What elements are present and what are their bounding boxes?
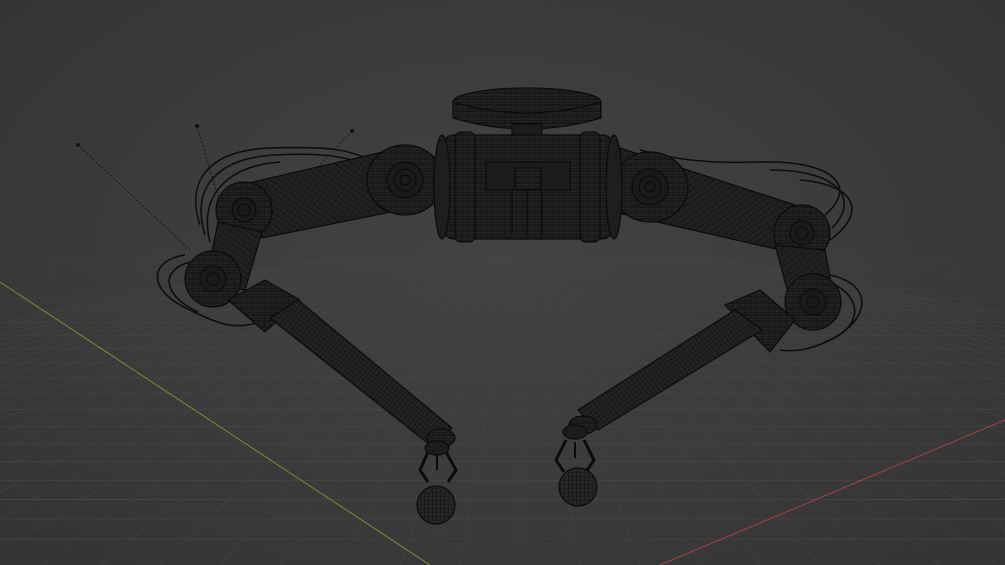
right-upper-arm[interactable]: [604, 147, 831, 262]
grid-line: [459, 254, 515, 565]
left-gripper[interactable]: [416, 440, 458, 525]
grid-line: [0, 254, 371, 341]
floor-grid: [0, 252, 1005, 565]
grid-line: [0, 254, 377, 346]
viewport-canvas[interactable]: [0, 0, 1005, 565]
light-1-icon[interactable]: [76, 143, 80, 147]
grid-line: [567, 254, 1001, 565]
grid-line: [525, 254, 581, 565]
right-gripper[interactable]: [554, 424, 598, 507]
light-1-line: [77, 144, 191, 251]
y-axis-line: [0, 281, 431, 565]
light-2-icon[interactable]: [195, 124, 199, 128]
x-axis-line: [659, 419, 1005, 565]
right-gripper-ball[interactable]: [558, 467, 598, 507]
grid-line: [543, 254, 761, 565]
right-forearm[interactable]: [568, 309, 764, 435]
robot-model[interactable]: [156, 87, 863, 525]
3d-viewport[interactable]: [0, 0, 1005, 565]
central-hub[interactable]: [433, 87, 623, 243]
light-3-icon[interactable]: [350, 129, 354, 133]
grid-line: [0, 254, 359, 332]
left-gripper-ball[interactable]: [416, 485, 456, 525]
